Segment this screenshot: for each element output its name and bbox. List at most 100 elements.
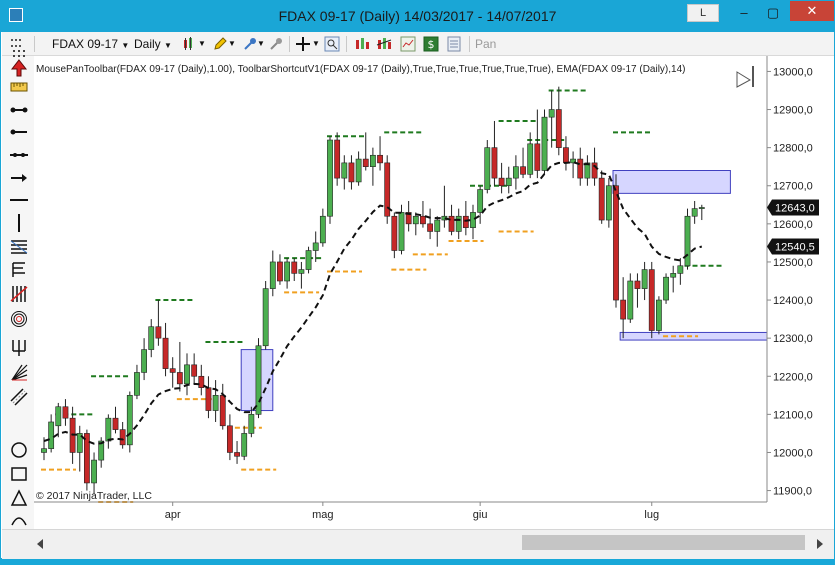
- svg-text:$: $: [428, 38, 435, 51]
- rectangle-icon[interactable]: [10, 465, 28, 483]
- candle: [234, 452, 240, 457]
- bar-type-icon[interactable]: [182, 36, 198, 52]
- gann-fan-icon[interactable]: [10, 364, 28, 382]
- scroll-to-end-icon[interactable]: [736, 66, 754, 88]
- horizontal-scrollbar-thumb[interactable]: [522, 535, 805, 550]
- interval-selector[interactable]: Daily ▼: [134, 35, 172, 53]
- candle: [341, 162, 348, 179]
- price-axis-label: 12600,0: [773, 219, 813, 231]
- candle: [691, 208, 698, 217]
- candle: [205, 387, 212, 411]
- price-chart[interactable]: 13000,0 12900,0 12800,0 12700,0 12600,0 12500…: [34, 56, 835, 529]
- pan-button[interactable]: Pan: [475, 35, 496, 53]
- regression-channel-icon[interactable]: [10, 388, 28, 406]
- price-axis-label: 12400,0: [773, 295, 813, 307]
- instrument-selector[interactable]: FDAX 09-17 ▼: [52, 35, 129, 53]
- candle: [155, 326, 162, 339]
- candle: [391, 215, 398, 251]
- candle: [83, 433, 90, 484]
- andrews-pitchfork-icon[interactable]: [10, 339, 28, 357]
- candle: [512, 166, 519, 179]
- arrow-icon[interactable]: [10, 59, 28, 77]
- ray-icon[interactable]: [10, 123, 28, 141]
- scroll-right-icon[interactable]: [817, 539, 823, 549]
- candle: [613, 185, 619, 301]
- line-icon[interactable]: [10, 101, 28, 119]
- candle: [698, 207, 705, 209]
- chart-panel[interactable]: 13000,0 12900,0 12800,0 12700,0 12600,0 12500…: [34, 56, 835, 529]
- price-axis-label: 13000,0: [773, 66, 813, 78]
- candle: [348, 162, 355, 183]
- candle: [162, 337, 169, 369]
- chevron-down-icon: ▼: [164, 41, 172, 50]
- candle: [420, 215, 426, 225]
- candle: [255, 345, 262, 415]
- price-axis-label: 12000,0: [773, 447, 813, 459]
- triangle-icon[interactable]: [10, 489, 28, 507]
- candle: [48, 421, 55, 449]
- arc-icon[interactable]: [10, 511, 28, 529]
- chevron-down-icon[interactable]: ▼: [312, 35, 320, 53]
- extended-line-icon[interactable]: [10, 146, 28, 164]
- chevron-down-icon[interactable]: ▼: [228, 35, 236, 53]
- candle: [305, 250, 312, 270]
- candle: [184, 364, 190, 385]
- link-button[interactable]: L: [687, 4, 719, 22]
- candle: [534, 143, 541, 171]
- candle: [269, 261, 276, 289]
- zoom-icon[interactable]: [324, 36, 340, 52]
- supply-demand-zone[interactable]: [619, 331, 768, 341]
- drawing-tool-icon[interactable]: [242, 36, 258, 52]
- data-series-icon[interactable]: [354, 36, 370, 52]
- fibonacci-circle-icon[interactable]: [10, 310, 28, 328]
- candle: [248, 414, 255, 434]
- candle: [677, 265, 684, 274]
- strategies-icon[interactable]: [400, 36, 416, 52]
- candle: [484, 147, 491, 190]
- time-axis-label: giu: [473, 509, 488, 521]
- candle: [191, 364, 198, 377]
- fibonacci-retracement-icon[interactable]: [10, 238, 28, 256]
- candle: [112, 417, 119, 430]
- candle: [684, 215, 691, 267]
- ellipse-icon[interactable]: [10, 441, 28, 459]
- candle: [327, 139, 333, 217]
- fibonacci-time-icon[interactable]: [10, 285, 28, 303]
- candle: [520, 166, 526, 175]
- instrument-label: FDAX 09-17: [52, 37, 119, 51]
- candle: [427, 223, 433, 232]
- brush-icon[interactable]: [268, 36, 284, 52]
- chevron-down-icon: ▼: [121, 41, 130, 50]
- pencil-icon[interactable]: [212, 36, 228, 52]
- fibonacci-extension-icon[interactable]: [10, 261, 28, 279]
- ruler-icon[interactable]: [10, 78, 28, 96]
- chevron-down-icon[interactable]: ▼: [198, 35, 206, 53]
- copyright-label: © 2017 NinjaTrader, LLC: [36, 490, 152, 502]
- indicators-icon[interactable]: [376, 36, 392, 52]
- candle: [312, 242, 319, 251]
- time-axis-label: lug: [644, 509, 659, 521]
- arrow-line-icon[interactable]: [10, 169, 28, 187]
- candle: [176, 372, 183, 385]
- supply-demand-zone[interactable]: [612, 170, 731, 194]
- chevron-down-icon[interactable]: ▼: [257, 35, 265, 53]
- crosshair-icon[interactable]: [295, 36, 311, 52]
- candle: [398, 212, 405, 251]
- minimize-button[interactable]: –: [732, 5, 756, 21]
- candle: [377, 154, 383, 164]
- title-bar[interactable]: FDAX 09-17 (Daily) 14/03/2017 - 14/07/20…: [1, 1, 834, 32]
- close-button[interactable]: ✕: [790, 1, 834, 21]
- candle: [141, 349, 147, 373]
- candle: [369, 154, 376, 167]
- candle: [498, 177, 505, 187]
- candle: [262, 288, 269, 347]
- vertical-line-icon[interactable]: [10, 214, 28, 232]
- candle: [620, 299, 627, 320]
- horizontal-line-icon[interactable]: [10, 191, 28, 209]
- candle: [634, 280, 641, 289]
- scroll-left-icon[interactable]: [37, 539, 43, 549]
- price-axis-label: 12800,0: [773, 143, 813, 155]
- dollar-icon[interactable]: $: [423, 36, 439, 52]
- restore-button[interactable]: ▢: [761, 5, 785, 21]
- properties-icon[interactable]: [446, 36, 462, 52]
